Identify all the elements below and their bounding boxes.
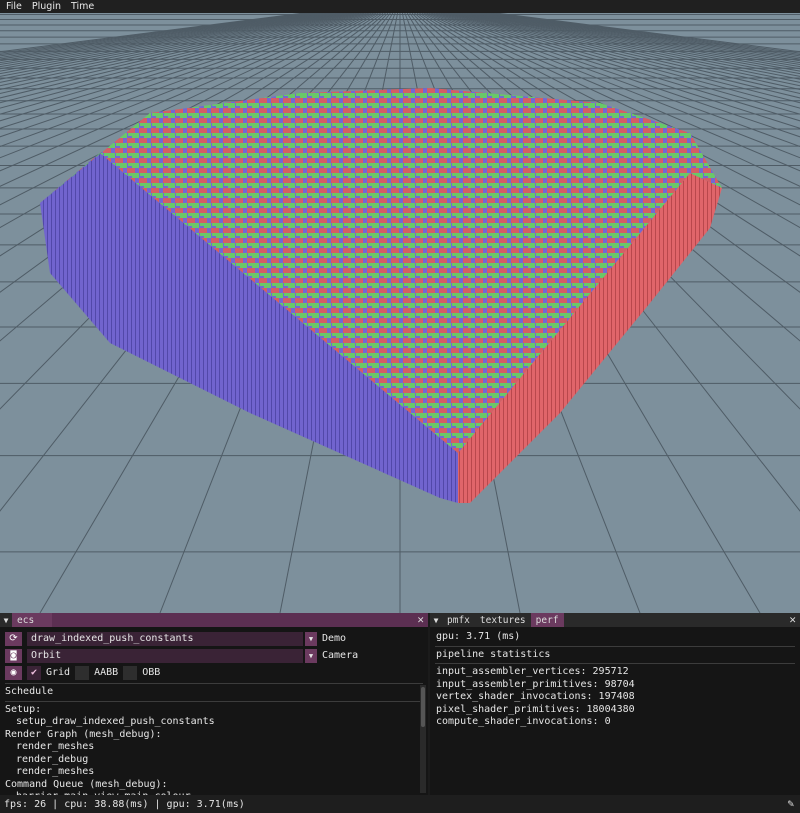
pen-icon[interactable]: ✎: [787, 797, 794, 810]
frame-stats: fps: 26 | cpu: 38.88(ms) | gpu: 3.71(ms): [4, 798, 245, 810]
collapse-triangle-icon[interactable]: ▼: [0, 613, 12, 627]
tab-bar-accent: [52, 613, 428, 627]
schedule-header: Schedule: [5, 686, 54, 697]
grid-checkbox[interactable]: ✔: [27, 665, 41, 680]
tab-perf[interactable]: perf: [530, 613, 564, 627]
perf-tab-bar: ▼ pmfx textures perf ✕: [430, 613, 800, 627]
schedule-list: Setup: setup_draw_indexed_push_constants R…: [0, 704, 428, 796]
close-icon[interactable]: ✕: [789, 613, 796, 627]
tab-textures[interactable]: textures: [475, 613, 531, 627]
demo-row: ⟳ draw_indexed_push_constants ▼ Demo: [0, 630, 428, 647]
ecs-tab-bar: ▼ ecs ✕: [0, 613, 428, 627]
obb-checkbox[interactable]: [123, 665, 138, 680]
scrollbar-thumb[interactable]: [421, 687, 425, 727]
divider: [5, 700, 423, 702]
3d-viewport[interactable]: [0, 13, 800, 613]
menu-plugin[interactable]: Plugin: [32, 1, 61, 12]
perf-body: gpu: 3.71 (ms) pipeline statistics input…: [430, 627, 800, 729]
camera-icon[interactable]: ◙: [5, 648, 22, 663]
tab-bar-spacer: [564, 613, 800, 627]
tab-ecs[interactable]: ecs: [12, 613, 52, 627]
collapse-triangle-icon[interactable]: ▼: [430, 613, 442, 627]
reload-icon[interactable]: ⟳: [5, 631, 22, 646]
status-bar: fps: 26 | cpu: 38.88(ms) | gpu: 3.71(ms)…: [0, 795, 800, 813]
schedule-item: Render Graph (mesh_debug):: [5, 728, 162, 740]
demo-select-value: draw_indexed_push_constants: [31, 633, 194, 644]
aabb-checkbox[interactable]: [75, 665, 90, 680]
schedule-item: render_meshes: [16, 766, 95, 777]
stat-line: vertex_shader_invocations: 197408: [436, 691, 635, 702]
gpu-time: gpu: 3.71 (ms): [436, 631, 521, 642]
stat-line: compute_shader_invocations: 0: [436, 716, 611, 727]
debug-toggles-row: ◉ ✔ Grid AABB OBB: [0, 664, 428, 681]
chevron-down-icon[interactable]: ▼: [305, 648, 317, 663]
ecs-panel: ▼ ecs ✕ ⟳ draw_indexed_push_constants ▼ …: [0, 613, 428, 795]
menu-file[interactable]: File: [6, 1, 22, 12]
aabb-label: AABB: [94, 667, 119, 678]
divider: [5, 683, 423, 684]
demo-select[interactable]: draw_indexed_push_constants ▼: [27, 631, 317, 646]
grid-label: Grid: [46, 667, 71, 678]
schedule-item: Command Queue (mesh_debug):: [5, 778, 168, 790]
stat-line: input_assembler_vertices: 295712: [436, 666, 629, 677]
camera-label: Camera: [322, 650, 359, 661]
obb-label: OBB: [142, 667, 161, 678]
eye-icon[interactable]: ◉: [5, 665, 22, 680]
menu-bar: File Plugin Time: [0, 0, 800, 13]
chevron-down-icon[interactable]: ▼: [305, 631, 317, 646]
perf-panel: ▼ pmfx textures perf ✕ gpu: 3.71 (ms) pi…: [430, 613, 800, 795]
camera-select[interactable]: Orbit ▼: [27, 648, 317, 663]
stat-line: pixel_shader_primitives: 18004380: [436, 703, 635, 715]
pipeline-stats-header: pipeline statistics: [436, 648, 551, 660]
close-icon[interactable]: ✕: [417, 613, 424, 627]
camera-select-value: Orbit: [31, 650, 62, 661]
schedule-item: setup_draw_indexed_push_constants: [16, 716, 215, 727]
menu-time[interactable]: Time: [71, 1, 94, 12]
scrollbar[interactable]: [420, 685, 426, 793]
tab-pmfx[interactable]: pmfx: [442, 613, 475, 627]
schedule-item: Setup:: [5, 703, 42, 715]
schedule-item: render_meshes: [16, 741, 95, 752]
camera-row: ◙ Orbit ▼ Camera: [0, 647, 428, 664]
scene-render: [0, 13, 800, 613]
divider: [435, 645, 795, 647]
demo-label: Demo: [322, 633, 347, 644]
schedule-item: render_debug: [16, 753, 89, 765]
stat-line: input_assembler_primitives: 98704: [436, 678, 635, 690]
divider: [435, 663, 795, 664]
